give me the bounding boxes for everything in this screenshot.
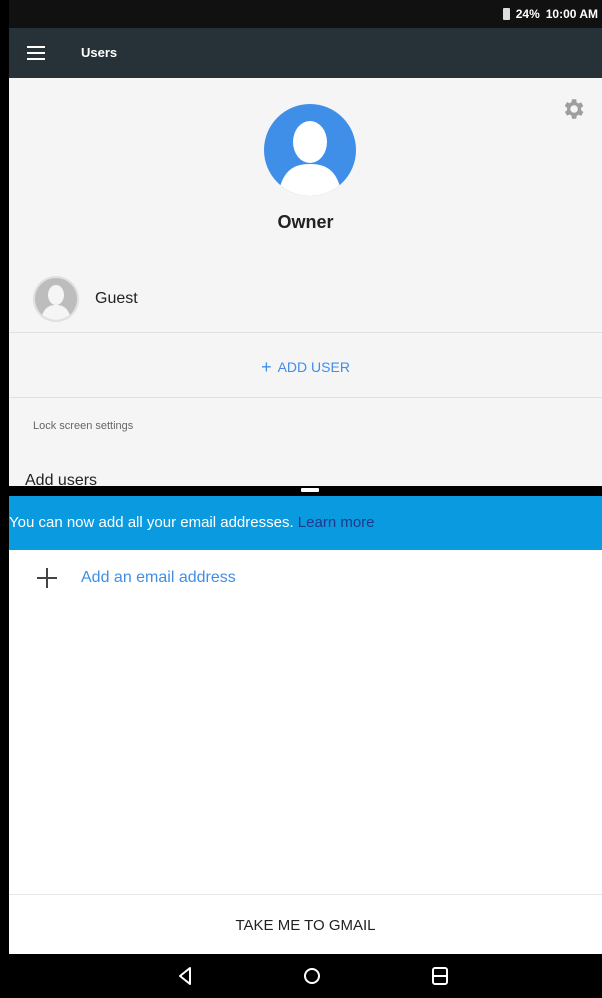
add-user-label: ADD USER [277, 359, 350, 375]
banner-text: You can now add all your email addresses… [9, 514, 294, 531]
recents-icon[interactable] [428, 964, 452, 988]
split-screen-divider[interactable] [9, 486, 602, 496]
status-bar: 24% 10:00 AM [9, 0, 602, 28]
add-user-button[interactable]: + ADD USER [9, 333, 602, 398]
guest-row[interactable]: Guest [9, 270, 602, 333]
email-banner: You can now add all your email addresses… [9, 496, 602, 550]
battery-percent: 24% [515, 7, 540, 21]
gmail-button-label: TAKE ME TO GMAIL [235, 917, 376, 934]
navigation-bar [9, 954, 602, 998]
settings-gear-icon[interactable] [560, 96, 586, 122]
home-icon[interactable] [300, 964, 324, 988]
back-icon[interactable] [173, 964, 197, 988]
guest-label: Guest [95, 290, 138, 307]
plus-icon [37, 568, 57, 588]
menu-icon[interactable] [27, 46, 45, 60]
email-panel: Add an email address TAKE ME TO GMAIL [9, 550, 602, 955]
clock: 10:00 AM [545, 7, 598, 21]
owner-avatar-icon[interactable] [264, 104, 356, 196]
divider-handle-icon[interactable] [301, 488, 319, 492]
plus-icon: + [261, 357, 272, 377]
owner-label: Owner [277, 212, 334, 232]
battery-icon [502, 8, 510, 20]
take-me-to-gmail-button[interactable]: TAKE ME TO GMAIL [9, 894, 602, 955]
lock-screen-settings-header: Lock screen settings [33, 420, 134, 432]
add-email-button[interactable]: Add an email address [35, 566, 236, 590]
add-email-label: Add an email address [81, 569, 236, 586]
app-bar: Users [9, 28, 602, 78]
guest-avatar-icon [33, 276, 79, 322]
add-users-setting[interactable]: Add users [25, 472, 97, 486]
page-title: Users [81, 45, 118, 60]
learn-more-link[interactable]: Learn more [298, 514, 375, 531]
users-panel: Owner Guest + ADD USER Lock screen settin… [9, 78, 602, 486]
